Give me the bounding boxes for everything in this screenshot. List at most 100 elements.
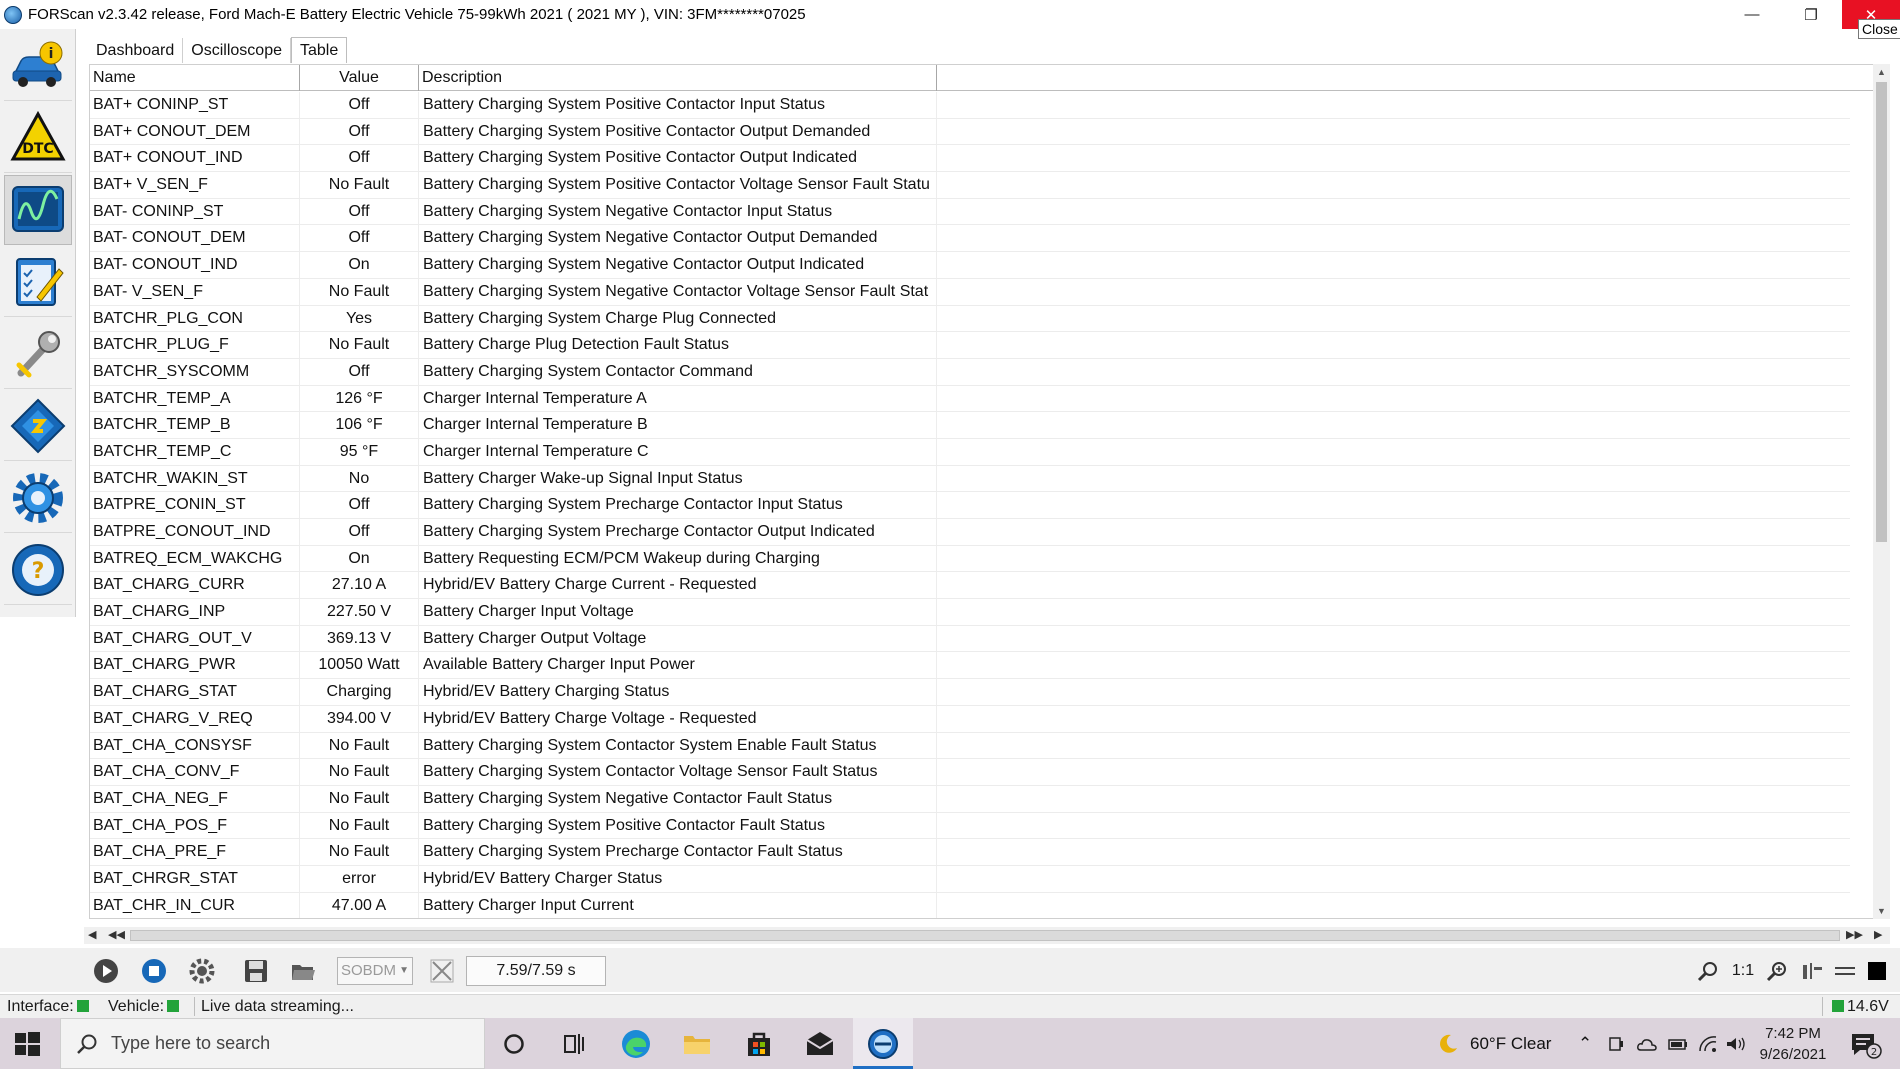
table-row[interactable]: BAT_CHA_NEG_F No Fault Battery Charging Sy… — [90, 785, 1850, 813]
scroll-right-arrow[interactable]: ▶ — [1874, 927, 1882, 944]
scroll-end-icon[interactable]: ▶▶ — [1846, 927, 1863, 944]
sidebar-dtc[interactable]: DTC — [4, 103, 72, 173]
table-row[interactable]: BAT+ CONOUT_IND Off Battery Charging Syste… — [90, 145, 1850, 173]
battery-icon[interactable] — [1667, 1018, 1689, 1069]
table-row[interactable]: BAT_CHARG_OUT_V 369.13 V Battery Charger O… — [90, 625, 1850, 653]
sidebar-service[interactable] — [4, 319, 72, 389]
taskbar-clock[interactable]: 7:42 PM 9/26/2021 — [1745, 1023, 1841, 1065]
settings-gear-icon — [13, 472, 63, 523]
table-row[interactable]: BAT_CHARG_CURR 27.10 A Hybrid/EV Battery C… — [90, 572, 1850, 600]
scroll-down-arrow[interactable]: ▼ — [1873, 903, 1890, 919]
folder-icon — [684, 1036, 710, 1054]
column-header-description[interactable]: Description — [419, 65, 937, 91]
table-row[interactable]: BAT_CHA_POS_F No Fault Battery Charging Sy… — [90, 812, 1850, 840]
table-row[interactable]: BAT_CHARG_INP 227.50 V Battery Charger Inp… — [90, 599, 1850, 626]
tray-chevron-up-icon[interactable]: ⌃ — [1578, 1018, 1592, 1069]
onedrive-cloud-icon[interactable] — [1636, 1018, 1658, 1069]
sidebar-oscilloscope[interactable] — [4, 175, 72, 245]
table-row[interactable]: BAT_CHA_PRE_F No Fault Battery Charging Sy… — [90, 839, 1850, 866]
cell-value: No Fault — [300, 812, 419, 839]
sidebar-tests[interactable] — [4, 247, 72, 317]
table-row[interactable]: BAT+ V_SEN_F No Fault Battery Charging Sys… — [90, 172, 1850, 199]
table-row[interactable]: BAT_CHARG_PWR 10050 Watt Available Battery… — [90, 652, 1850, 680]
vertical-scrollbar[interactable]: ▲ ▼ — [1873, 64, 1890, 919]
zoom-out-button[interactable] — [1693, 956, 1723, 986]
cell-name: BATCHR_TEMP_A — [90, 385, 300, 412]
table-row[interactable]: BATCHR_TEMP_B 106 °F Charger Internal Temp… — [90, 412, 1850, 439]
table-row[interactable]: BAT_CHRGR_STAT error Hybrid/EV Battery Cha… — [90, 865, 1850, 893]
taskbar-search-box[interactable]: Type here to search — [60, 1018, 485, 1069]
table-row[interactable]: BAT_CHARG_V_REQ 394.00 V Hybrid/EV Battery… — [90, 705, 1850, 733]
microsoft-store-button[interactable] — [741, 1026, 777, 1062]
table-row[interactable]: BAT- CONOUT_IND On Battery Charging System… — [90, 252, 1850, 279]
maximize-button[interactable]: ❐ — [1788, 0, 1834, 29]
save-button[interactable] — [241, 956, 271, 986]
table-row[interactable]: BATCHR_PLUG_F No Fault Battery Charge Plug… — [90, 332, 1850, 359]
vertical-scroll-thumb[interactable] — [1876, 82, 1887, 542]
task-view-button[interactable] — [556, 1026, 592, 1062]
column-header-name[interactable]: Name — [90, 65, 300, 91]
table-row[interactable]: BATCHR_TEMP_A 126 °F Charger Internal Temp… — [90, 385, 1850, 413]
file-explorer-button[interactable] — [679, 1026, 715, 1062]
dtc-icon: DTC — [10, 110, 66, 160]
tab-oscilloscope[interactable]: Oscilloscope — [183, 38, 291, 63]
table-row[interactable]: BAT- CONOUT_DEM Off Battery Charging Syste… — [90, 225, 1850, 253]
tray-device-icon[interactable] — [1607, 1018, 1625, 1069]
cortana-button[interactable] — [496, 1026, 532, 1062]
volume-icon[interactable] — [1725, 1018, 1747, 1069]
scroll-left-arrow[interactable]: ◀ — [88, 927, 96, 944]
horizontal-scrollbar[interactable]: ◀ ◀◀ ▶▶ ▶ — [84, 927, 1890, 944]
table-row[interactable]: BAT_CHA_CONSYSF No Fault Battery Charging … — [90, 732, 1850, 760]
table-row[interactable]: BATPRE_CONIN_ST Off Battery Charging Syste… — [90, 492, 1850, 519]
sidebar-vehicle-info[interactable]: i — [4, 31, 72, 101]
mail-button[interactable] — [802, 1026, 838, 1062]
table-row[interactable]: BAT_CHR_IN_CUR 47.00 A Battery Charger Inp… — [90, 892, 1850, 918]
sidebar-help[interactable]: ? — [4, 535, 72, 605]
table-row[interactable]: BATPRE_CONOUT_IND Off Battery Charging Sys… — [90, 519, 1850, 546]
scroll-up-arrow[interactable]: ▲ — [1873, 64, 1890, 80]
tab-dashboard[interactable]: Dashboard — [88, 38, 184, 63]
table-row[interactable]: BAT_CHA_CONV_F No Fault Battery Charging S… — [90, 759, 1850, 786]
settings-button[interactable] — [187, 956, 217, 986]
cell-value: Off — [300, 519, 419, 545]
table-row[interactable]: BAT+ CONINP_ST Off Battery Charging System… — [90, 92, 1850, 119]
sidebar-configuration[interactable] — [4, 391, 72, 461]
minimize-button[interactable]: — — [1729, 0, 1775, 29]
weather-widget[interactable]: 60°F Clear — [1436, 1018, 1551, 1069]
clear-cross-icon — [430, 959, 454, 983]
table-row[interactable]: BATCHR_TEMP_C 95 °F Charger Internal Tempe… — [90, 438, 1850, 466]
windows-start-icon[interactable] — [12, 1029, 42, 1059]
table-row[interactable]: BATCHR_SYSCOMM Off Battery Charging System… — [90, 358, 1850, 386]
cell-name: BATREQ_ECM_WAKCHG — [90, 545, 300, 572]
cell-value: 10050 Watt — [300, 652, 419, 679]
table-row[interactable]: BAT+ CONOUT_DEM Off Battery Charging Syste… — [90, 118, 1850, 146]
scroll-start-icon[interactable]: ◀◀ — [108, 927, 125, 944]
tab-table[interactable]: Table — [290, 37, 348, 63]
table-row[interactable]: BATCHR_PLG_CON Yes Battery Charging System… — [90, 305, 1850, 333]
edge-browser-button[interactable] — [618, 1026, 654, 1062]
column-header-value[interactable]: Value — [300, 65, 419, 91]
cell-value: 369.13 V — [300, 625, 419, 652]
zoom-in-button[interactable] — [1762, 956, 1792, 986]
open-button[interactable] — [288, 956, 318, 986]
sidebar-settings[interactable] — [4, 463, 72, 533]
notifications-button[interactable]: 2 — [1848, 1018, 1882, 1069]
cell-value: Charging — [300, 679, 419, 705]
color-scheme-button[interactable] — [1862, 956, 1892, 986]
protocol-select[interactable]: SOBDM ▼ — [337, 957, 413, 985]
cell-description: Battery Charging System Contactor Comman… — [419, 358, 937, 385]
play-button[interactable] — [91, 956, 121, 986]
split-view-button[interactable] — [1830, 956, 1860, 986]
table-row[interactable]: BAT_CHARG_STAT Charging Hybrid/EV Battery … — [90, 679, 1850, 706]
stop-button[interactable] — [139, 956, 169, 986]
table-row[interactable]: BATCHR_WAKIN_ST No Battery Charger Wake-up… — [90, 465, 1850, 493]
pid-table: Name Value Description BAT+ CONINP_ST Off… — [89, 64, 1874, 919]
cursor-button[interactable] — [1797, 956, 1827, 986]
table-row[interactable]: BAT- CONINP_ST Off Battery Charging System… — [90, 198, 1850, 226]
horizontal-scroll-thumb[interactable] — [130, 930, 1840, 941]
wifi-icon[interactable] — [1697, 1018, 1719, 1069]
table-row[interactable]: BATREQ_ECM_WAKCHG On Battery Requesting EC… — [90, 545, 1850, 573]
clear-button[interactable] — [427, 956, 457, 986]
zoom-reset-button[interactable]: 1:1 — [1726, 956, 1760, 986]
table-row[interactable]: BAT- V_SEN_F No Fault Battery Charging Sys… — [90, 278, 1850, 306]
